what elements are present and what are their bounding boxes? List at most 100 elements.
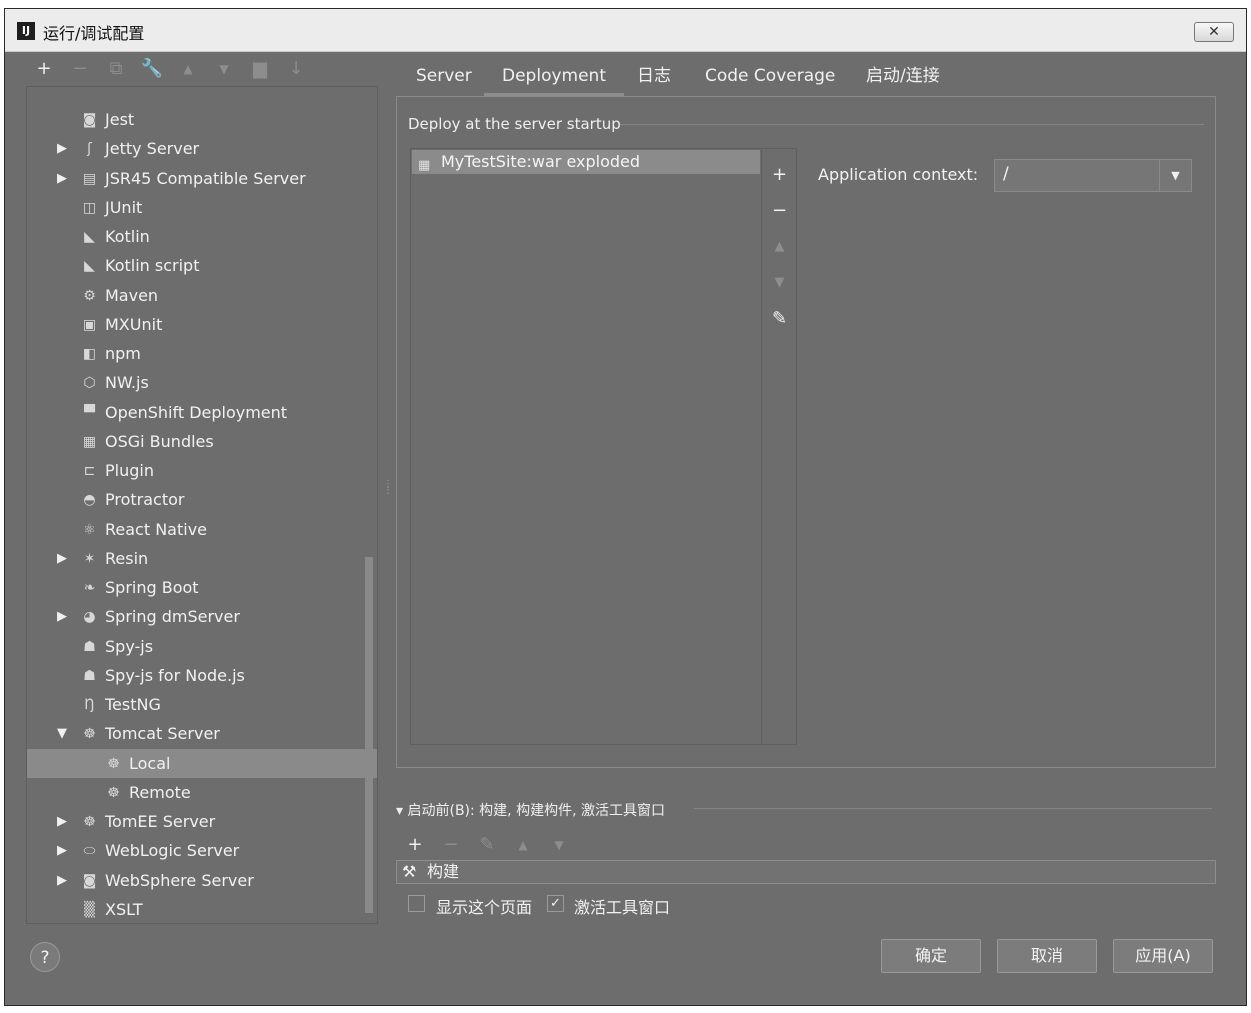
tree-item[interactable]: ◓ Protractor [27,485,367,514]
tree-item[interactable]: ☸ Remote [27,778,367,807]
collapsed-arrow-icon[interactable]: ▶ [57,836,69,865]
collapsed-arrow-icon[interactable]: ▶ [57,807,69,836]
help-button[interactable]: ? [30,942,60,972]
hammer-icon: ⚒ [402,862,417,881]
tab--[interactable]: 日志 [637,62,671,96]
tree-item[interactable]: ⚛ React Native [27,515,367,544]
osgi-icon: ▦ [82,433,97,450]
tree-item[interactable]: ⚙ Maven [27,281,367,310]
tree-item[interactable]: ☗ Spy-js [27,632,367,661]
move-down-button[interactable]: ▼ [212,56,236,82]
tree-item[interactable]: ▶ ▤ JSR45 Compatible Server [27,164,367,193]
remove-config-button[interactable]: − [68,56,92,82]
cancel-button[interactable]: 取消 [997,939,1097,973]
artifact-list[interactable]: ▦ MyTestSite:war exploded [410,148,762,745]
tree-item[interactable]: ▣ MXUnit [27,310,367,339]
close-window-button[interactable]: ✕ [1194,22,1234,42]
tree-item[interactable]: ▶ ◙ WebSphere Server [27,866,367,895]
tree-item[interactable]: ◣ Kotlin [27,222,367,251]
tree-item[interactable]: ◫ JUnit [27,193,367,222]
spring-dm-icon: ◕ [83,609,96,626]
resin-icon: ✶ [83,550,96,567]
edit-task-button[interactable]: ✎ [472,834,502,855]
move-up-artifact-button[interactable]: ▲ [762,232,797,262]
tomee-icon: ☸ [83,814,96,830]
tree-item[interactable]: ▼ ☸ Tomcat Server [27,719,367,748]
collapsed-arrow-icon[interactable]: ▶ [57,866,69,895]
tab-deployment[interactable]: Deployment [484,62,624,96]
apply-button[interactable]: 应用(A) [1113,939,1213,973]
tree-item-label: Plugin [105,461,154,480]
tree-item-label: JSR45 Compatible Server [105,168,306,188]
mxunit-icon: ▣ [82,316,97,333]
tree-item[interactable]: ◙ Jest [27,105,367,134]
show-page-label: 显示这个页面 [436,898,533,917]
remove-artifact-button[interactable]: − [762,196,797,226]
tree-item-label: Local [129,753,171,773]
collapsed-arrow-icon[interactable]: ▶ [57,544,69,573]
tree-item[interactable]: ▦ OSGi Bundles [27,427,367,456]
tree-item-label: Kotlin [105,227,150,246]
app-context-value[interactable]: / [1003,164,1009,184]
junit-icon: ◫ [82,199,97,216]
tree-item[interactable]: ⊏ Plugin [27,456,367,485]
tree-item[interactable]: ▶ ◕ Spring dmServer [27,602,367,631]
tree-item[interactable]: ◣ Kotlin script [27,251,367,280]
chevron-down-icon[interactable]: ▼ [1159,160,1191,191]
task-up-button[interactable]: ▲ [508,838,538,852]
add-config-button[interactable]: + [32,56,56,82]
openshift-icon: ▀ [84,404,95,421]
collapsed-arrow-icon[interactable]: ▶ [57,602,69,631]
tab--[interactable]: 启动/连接 [866,62,940,96]
before-launch-header[interactable]: ▾ 启动前(B): 构建, 构建构件, 激活工具窗口 [396,800,665,820]
add-task-button[interactable]: + [400,834,430,855]
xslt-icon: ▒ [84,901,95,918]
app-context-combobox[interactable]: / ▼ [994,159,1192,192]
tree-item[interactable]: ☸ Local [27,748,377,778]
config-type-tree[interactable]: ◙ Jest ▶ ʃ Jetty Server ▶ ▤ JSR45 Compatible Se… [26,86,378,924]
tree-item-label: MXUnit [105,314,163,334]
expanded-arrow-icon[interactable]: ▼ [57,719,69,748]
tree-item[interactable]: ⬡ NW.js [27,368,367,397]
edit-defaults-button[interactable]: 🔧 [140,56,164,82]
ok-button[interactable]: 确定 [881,939,981,973]
tree-item-label: JUnit [105,197,143,217]
sort-button[interactable]: ↓ [284,56,308,82]
tree-item[interactable]: ☗ Spy-js for Node.js [27,661,367,690]
tree-item[interactable]: ▶ ✶ Resin [27,544,367,573]
tree-item-label: Spring dmServer [105,607,240,627]
copy-config-button[interactable]: ⧉ [104,56,128,82]
tomcat-icon: ☸ [107,784,120,801]
move-up-button[interactable]: ▲ [176,56,200,82]
websphere-icon: ◙ [82,872,97,889]
tree-item[interactable]: ▶ ⬭ WebLogic Server [27,836,367,865]
tomcat-icon: ☸ [83,726,96,743]
tree-item[interactable]: ▀ OpenShift Deployment [27,398,367,427]
show-page-checkbox[interactable] [408,895,425,912]
collapsed-arrow-icon[interactable]: ▶ [57,164,69,193]
edit-artifact-button[interactable]: ✎ [762,304,797,334]
splitter-handle[interactable]: ⋮⋮ [383,480,393,500]
tree-item[interactable]: ▒ XSLT [27,895,367,923]
task-down-button[interactable]: ▼ [544,838,574,852]
add-artifact-button[interactable]: + [762,160,797,190]
tree-item[interactable]: ▶ ʃ Jetty Server [27,134,367,163]
move-down-artifact-button[interactable]: ▼ [762,268,797,298]
plugin-icon: ⊏ [83,463,96,479]
tree-item-label: Spring Boot [105,578,199,597]
spring-boot-icon: ❧ [83,580,96,596]
collapsed-arrow-icon[interactable]: ▶ [57,134,69,163]
folder-button[interactable]: ▆ [248,56,272,82]
app-context-label: Application context: [818,165,979,184]
tree-item[interactable]: ◧ npm [27,339,367,368]
tree-item[interactable]: ❧ Spring Boot [27,573,367,602]
spyjs-node-icon: ☗ [83,667,96,684]
tree-item[interactable]: ▶ ☸ TomEE Server [27,807,367,836]
remove-task-button[interactable]: − [436,834,466,855]
artifact-list-item[interactable]: ▦ MyTestSite:war exploded [412,150,760,174]
tab-code-coverage[interactable]: Code Coverage [705,62,835,96]
tab-server[interactable]: Server [416,62,472,96]
tree-item[interactable]: Ŋ TestNG [27,690,367,719]
activate-window-checkbox[interactable]: ✓ [547,895,564,912]
before-launch-task-row[interactable]: ⚒ 构建 [396,860,1216,884]
